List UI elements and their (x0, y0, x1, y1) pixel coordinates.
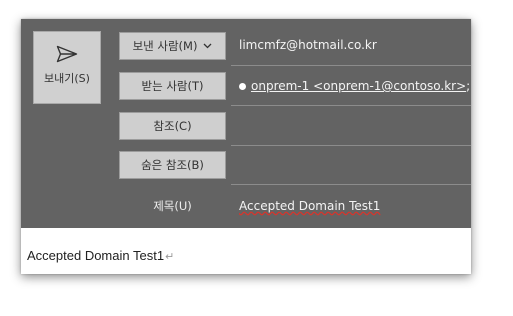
subject-value: Accepted Domain Test1 (239, 199, 381, 213)
paper-plane-icon (56, 45, 78, 63)
to-separator: ; (466, 79, 471, 93)
cc-field[interactable] (239, 119, 469, 135)
to-button-label: 받는 사람(T) (141, 79, 204, 93)
paragraph-mark: ↵ (165, 251, 175, 263)
to-button[interactable]: 받는 사람(T) (119, 72, 226, 100)
bcc-divider (231, 184, 471, 185)
presence-status-icon (239, 82, 246, 90)
message-body-text: Accepted Domain Test1 (27, 248, 165, 263)
to-divider (231, 105, 471, 106)
send-button[interactable]: 보내기(S) (33, 31, 101, 104)
from-divider (231, 65, 471, 66)
bcc-button-label: 숨은 참조(B) (141, 158, 204, 172)
to-recipient[interactable]: onprem-1 <onprem-1@contoso.kr> (251, 79, 466, 93)
from-value[interactable]: limcmfz@hotmail.co.kr (239, 38, 377, 52)
bcc-button[interactable]: 숨은 참조(B) (119, 151, 226, 179)
compose-header: 보내기(S) 보낸 사람(M) 받는 사람(T) 참조(C) 숨은 참조(B) … (21, 19, 471, 228)
from-button[interactable]: 보낸 사람(M) (119, 32, 226, 60)
message-body[interactable]: Accepted Domain Test1↵ (27, 248, 174, 263)
subject-field[interactable]: Accepted Domain Test1 (239, 199, 380, 213)
bcc-field[interactable] (239, 159, 469, 175)
cc-button-label: 참조(C) (153, 119, 192, 133)
cc-button[interactable]: 참조(C) (119, 112, 226, 140)
compose-window: 보내기(S) 보낸 사람(M) 받는 사람(T) 참조(C) 숨은 참조(B) … (21, 19, 471, 274)
send-button-label: 보내기(S) (44, 72, 90, 85)
cc-divider (231, 145, 471, 146)
chevron-down-icon (203, 43, 212, 49)
subject-label: 제목(U) (153, 199, 192, 213)
to-field[interactable]: onprem-1 <onprem-1@contoso.kr> ; (239, 79, 470, 93)
from-button-label: 보낸 사람(M) (132, 39, 198, 53)
